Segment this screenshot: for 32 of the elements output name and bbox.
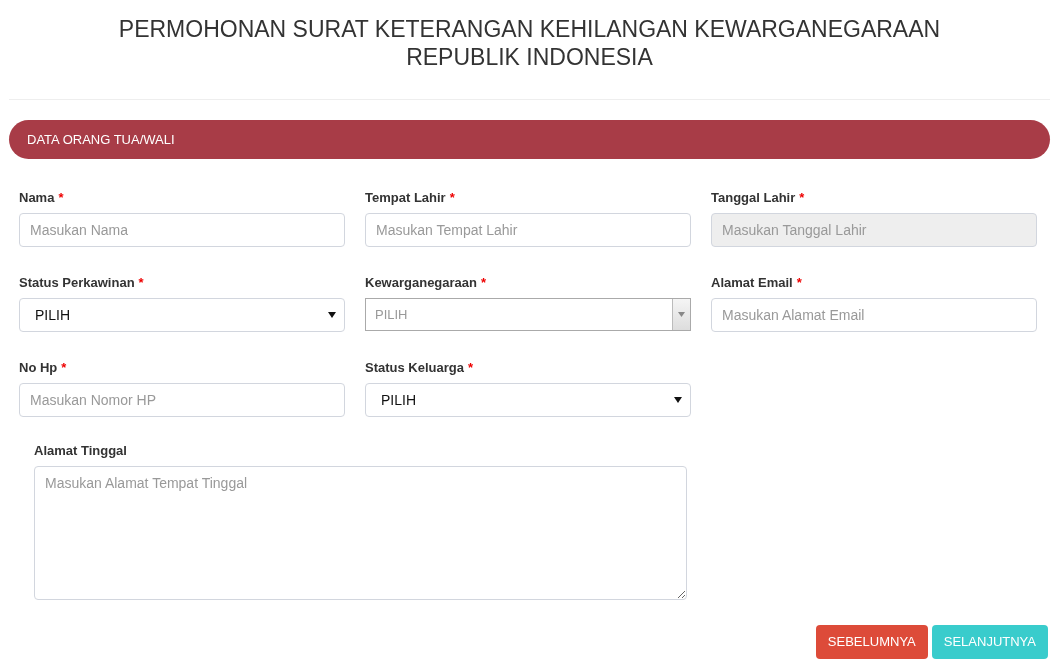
input-field[interactable]: Masukan Tempat Lahir [365, 213, 691, 247]
required-mark: * [468, 359, 474, 378]
caret-icon [678, 312, 685, 317]
section-title: DATA ORANG TUA/WALI [27, 130, 175, 149]
page-title: PERMOHONAN SURAT KETERANGAN KEHILANGAN KEWARGANEGARAAN [118, 15, 941, 43]
required-mark: * [58, 189, 64, 208]
address-textarea[interactable]: Masukan Alamat Tempat Tinggal [34, 466, 687, 600]
required-mark: * [138, 274, 144, 293]
select-field[interactable]: PILIH [365, 383, 691, 417]
caret-icon [328, 312, 336, 318]
caret-icon [674, 397, 682, 403]
field-label: Status Keluarga [365, 359, 464, 378]
required-mark: * [61, 359, 67, 378]
select-field[interactable]: PILIH [19, 298, 345, 332]
required-mark: * [799, 189, 805, 208]
input-field[interactable]: Masukan Nama [19, 213, 345, 247]
required-mark: * [449, 189, 455, 208]
required-mark: * [796, 274, 802, 293]
field-label: No Hp [19, 359, 58, 378]
field-label: Status Perkawinan [19, 274, 135, 293]
input-field[interactable]: Masukan Alamat Email [711, 298, 1037, 332]
field-label: Alamat Email [711, 274, 793, 293]
select-field[interactable]: PILIH [365, 298, 691, 331]
input-field[interactable]: Masukan Nomor HP [19, 383, 345, 417]
field-label: Tempat Lahir [365, 189, 446, 208]
field-label: Kewarganegaraan [365, 274, 477, 293]
field-label: Alamat Tinggal [34, 442, 127, 461]
field-label: Nama [19, 189, 55, 208]
previous-button[interactable]: SEBELUMNYA [815, 625, 928, 659]
page-title: REPUBLIK INDONESIA [406, 43, 653, 71]
required-mark: * [481, 274, 487, 293]
field-label: Tanggal Lahir [711, 189, 796, 208]
